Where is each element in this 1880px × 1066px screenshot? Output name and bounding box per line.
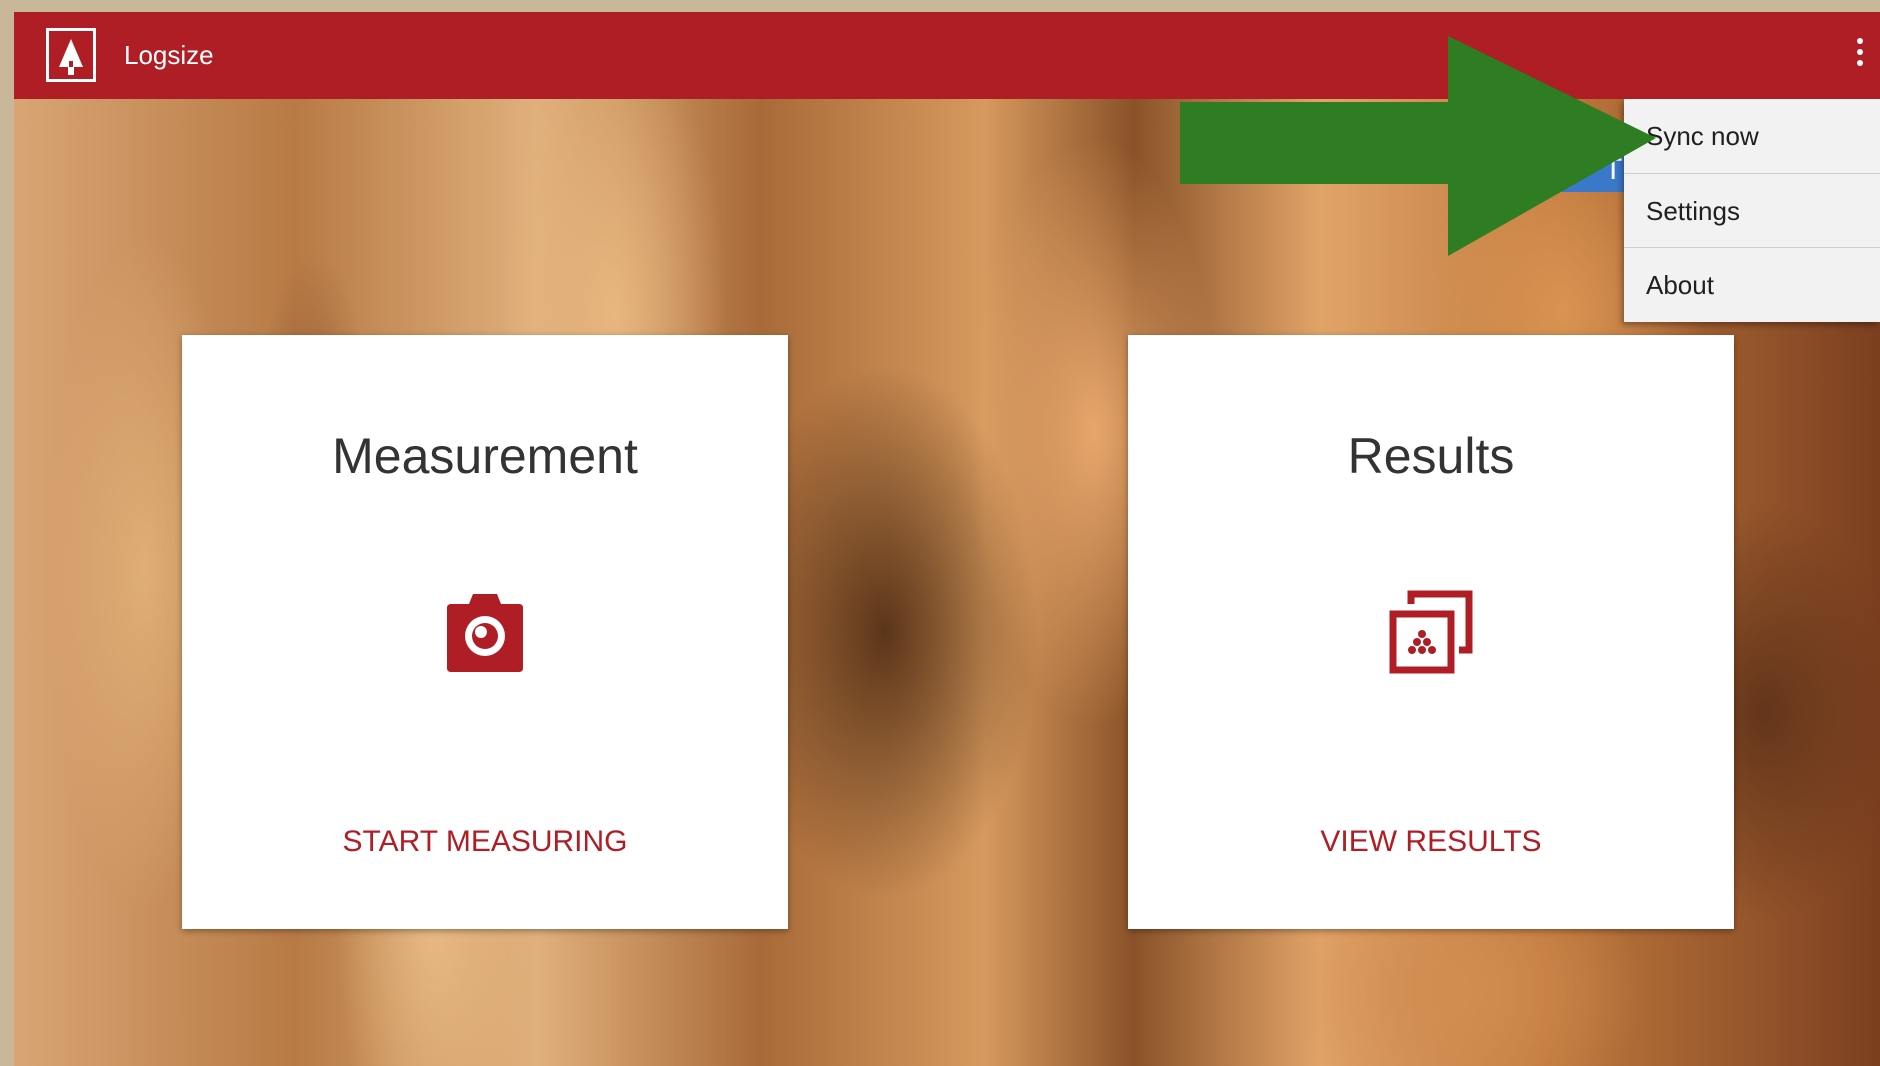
camera-icon — [443, 590, 527, 674]
tree-logo-icon — [46, 28, 96, 82]
menu-item-settings[interactable]: Settings — [1624, 173, 1880, 247]
menu-item-about[interactable]: About — [1624, 247, 1880, 321]
overflow-menu-icon[interactable] — [1850, 34, 1870, 78]
measurement-card[interactable]: Measurement START MEASURING — [182, 335, 788, 929]
view-results-button[interactable]: VIEW RESULTS — [1128, 825, 1734, 859]
results-card[interactable]: Results VIEW RESULTS — [1128, 335, 1734, 929]
gallery-icon — [1389, 590, 1473, 674]
start-measuring-button[interactable]: START MEASURING — [182, 825, 788, 859]
menu-item-sync-now[interactable]: Sync now — [1624, 99, 1880, 173]
measurement-title: Measurement — [332, 428, 638, 484]
results-title: Results — [1347, 428, 1515, 484]
screenshot-frame: Logsize Measurement START MEASURING Resu… — [0, 0, 1880, 1066]
app-title: Logsize — [124, 40, 214, 70]
green-arrow-icon — [1180, 36, 1656, 256]
overflow-menu: Sync now Settings About — [1624, 99, 1880, 322]
tablet-screen: Logsize Measurement START MEASURING Resu… — [14, 12, 1880, 1066]
